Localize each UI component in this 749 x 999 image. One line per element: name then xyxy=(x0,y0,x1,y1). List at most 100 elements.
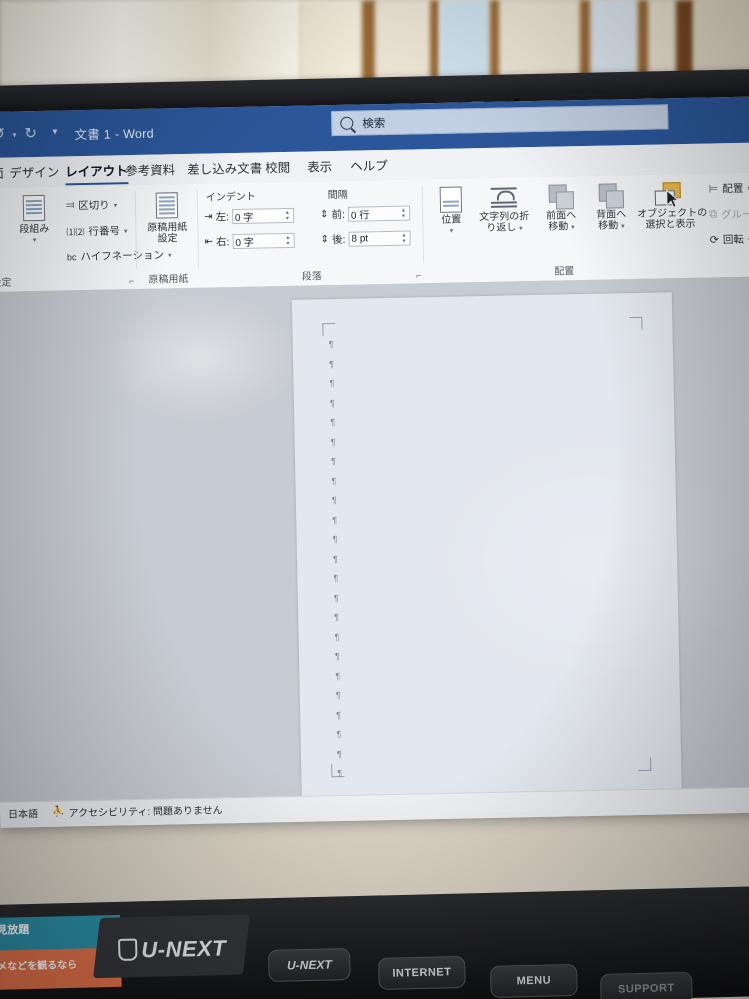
paragraph-mark: ¶ xyxy=(334,651,340,662)
undo-chevron-down-icon[interactable]: ▾ xyxy=(12,130,16,139)
photo-scene: ↺ ▾ ↻ ▾ 文書 1 - Word 検索 面 デザイン レイアウト 参考資料… xyxy=(0,0,749,999)
chevron-down-icon[interactable]: ▾ xyxy=(621,223,625,230)
undo-icon[interactable]: ↺ xyxy=(0,125,5,143)
u-next-shield-icon xyxy=(118,938,138,961)
position-button[interactable]: 位置 ▾ xyxy=(429,186,474,237)
remote-button-menu[interactable]: MENU xyxy=(490,963,578,998)
indent-left-field[interactable]: ⇥ 左: 0 字 ▴ ▾ xyxy=(204,207,295,225)
ribbon-group-paragraph: インデント 間隔 ⇥ 左: 0 字 ▴ ▾ ⇤ 右: 0 字 ▴ ▾ ⇕ 前: 0 行 ▴… xyxy=(197,179,425,287)
breaks-button[interactable]: ⫤ 区切り ▾ xyxy=(66,197,118,213)
align-button[interactable]: ⊨ 配置 ▾ xyxy=(709,181,749,197)
tab-help[interactable]: ヘルプ xyxy=(350,155,388,175)
paragraph-mark: ¶ xyxy=(331,495,337,506)
accessibility-label: アクセシビリティ: 問題ありません xyxy=(68,805,223,820)
chevron-down-icon[interactable]: ▾ xyxy=(114,201,118,209)
mouse-cursor-icon xyxy=(666,189,680,208)
remote-button-support[interactable]: SUPPORT xyxy=(600,971,693,999)
group-label-paragraph: 段落 xyxy=(301,271,322,283)
stepper-icon[interactable]: ▴ ▾ xyxy=(400,207,407,220)
spacing-after-value: 8 pt xyxy=(351,233,369,245)
tab-view[interactable]: 表示 xyxy=(307,156,332,175)
paragraph-mark: ¶ xyxy=(331,475,337,486)
spacing-header: 間隔 xyxy=(327,189,348,202)
paragraph-mark: ¶ xyxy=(334,612,340,623)
rotate-icon: ⟳ xyxy=(709,234,720,247)
send-backward-icon xyxy=(598,183,625,209)
margin-marker-bottom-right xyxy=(638,757,652,772)
spacing-after-input[interactable]: 8 pt ▴ ▾ xyxy=(348,230,411,247)
chevron-down-icon[interactable]: ▾ xyxy=(571,224,575,231)
paragraph-mark: ¶ xyxy=(328,339,334,350)
tab-design[interactable]: デザイン xyxy=(9,162,59,182)
word-search-box[interactable]: 検索 xyxy=(331,104,669,137)
group-objects-button[interactable]: ⧉ グループ化 ▾ xyxy=(709,206,749,222)
stepper-icon[interactable]: ▴ ▾ xyxy=(284,209,291,222)
paragraph-mark: ¶ xyxy=(329,378,335,389)
window-title: 文書 1 - Word xyxy=(74,126,155,143)
word-search-placeholder: 検索 xyxy=(362,117,386,130)
status-accessibility[interactable]: ⛹ アクセシビリティ: 問題ありません xyxy=(52,801,223,819)
status-language[interactable]: 日本語 xyxy=(8,805,38,821)
tab-references[interactable]: 参考資料 xyxy=(125,159,175,179)
dialog-launcher-icon[interactable]: ⌐ xyxy=(129,276,134,286)
stepper-icon[interactable]: ▴ ▾ xyxy=(400,232,407,245)
wrap-text-label-1: 文字列の折 xyxy=(479,211,530,224)
tab-mailings[interactable]: 差し込み文書 xyxy=(187,157,262,178)
paragraph-mark: ¶ xyxy=(335,670,341,681)
chevron-down-icon[interactable]: ▾ xyxy=(519,225,523,232)
line-numbers-button[interactable]: ⑴⑵ 行番号 ▾ xyxy=(66,223,127,239)
chevron-down-icon[interactable]: ▾ xyxy=(124,227,128,235)
line-numbers-icon: ⑴⑵ xyxy=(66,227,85,238)
breaks-icon: ⫤ xyxy=(65,199,75,212)
wrap-text-label-2: り返し xyxy=(486,222,517,234)
ribbon: 段組み ▾ ⫤ 区切り ▾ ⑴⑵ 行番号 ▾ bc ハイフネーション ▾ 設定 … xyxy=(0,172,749,293)
indent-left-input[interactable]: 0 字 ▴ ▾ xyxy=(231,207,295,225)
paragraph-mark: ¶ xyxy=(337,767,343,779)
chevron-down-icon[interactable]: ▾ xyxy=(10,235,58,247)
group-label-page-setup: 設定 xyxy=(0,277,12,289)
remote-button-u-next[interactable]: U-NEXT xyxy=(268,947,351,982)
paragraph-mark: ¶ xyxy=(335,690,341,701)
chevron-down-icon[interactable]: ▾ xyxy=(429,225,473,237)
tab-review[interactable]: 校閲 xyxy=(265,157,290,176)
indent-right-input[interactable]: 0 字 ▴ ▾ xyxy=(232,232,295,250)
group-label-arrange: 配置 xyxy=(554,266,575,278)
remote-button-internet[interactable]: INTERNET xyxy=(378,955,466,990)
spacing-after-icon: ⇕ xyxy=(320,234,330,246)
spacing-before-value: 0 行 xyxy=(350,210,370,222)
paragraph-mark: ¶ xyxy=(336,728,342,740)
tab-layout[interactable]: レイアウト xyxy=(65,160,128,180)
indent-right-field[interactable]: ⇤ 右: 0 字 ▴ ▾ xyxy=(205,232,295,250)
paragraph-mark: ¶ xyxy=(329,358,335,369)
ribbon-group-arrange: 位置 ▾ 文字列の折 り返し ▾ 前面へ 移動 ▾ 背面へ 移動 ▾ オブジェク… xyxy=(422,173,749,284)
customize-quick-access-icon[interactable]: ▾ xyxy=(52,127,57,138)
position-icon xyxy=(439,186,463,213)
paragraph-mark: ¶ xyxy=(332,514,338,525)
laptop-screen: ↺ ▾ ↻ ▾ 文書 1 - Word 検索 面 デザイン レイアウト 参考資料… xyxy=(0,96,749,828)
tab-home-partial[interactable]: 面 xyxy=(0,163,4,182)
remote-button-label: U-NEXT xyxy=(286,957,332,973)
search-icon xyxy=(340,116,354,130)
spacing-after-field[interactable]: ⇕ 後: 8 pt ▴ ▾ xyxy=(320,230,411,248)
paragraph-mark: ¶ xyxy=(330,436,336,447)
align-label: 配置 xyxy=(722,182,744,196)
rotate-button[interactable]: ⟳ 回転 ▾ xyxy=(710,232,749,248)
wrap-text-button[interactable]: 文字列の折 り返し ▾ xyxy=(475,185,534,235)
columns-button[interactable]: 段組み ▾ xyxy=(10,194,59,247)
dialog-launcher-icon[interactable]: ⌐ xyxy=(416,270,421,280)
manuscript-settings-button[interactable]: 原稿用紙 設定 xyxy=(138,192,197,245)
manuscript-label-line2: 設定 xyxy=(157,233,178,245)
spacing-before-input[interactable]: 0 行 ▴ ▾ xyxy=(347,205,411,222)
send-backward-button[interactable]: 背面へ 移動 ▾ xyxy=(587,183,636,233)
columns-icon xyxy=(22,194,46,222)
paragraph-mark: ¶ xyxy=(336,709,342,720)
document-canvas[interactable]: ¶ ¶ ¶ ¶ ¶ ¶ ¶ ¶ ¶ ¶ ¶ ¶ ¶ ¶ ¶ ¶ ¶ ¶ ¶ ¶ ¶ ¶ ¶ xyxy=(0,276,749,802)
document-page[interactable]: ¶ ¶ ¶ ¶ ¶ ¶ ¶ ¶ ¶ ¶ ¶ ¶ ¶ ¶ ¶ ¶ ¶ ¶ ¶ ¶ ¶ ¶ ¶ xyxy=(291,292,682,800)
redo-icon[interactable]: ↻ xyxy=(24,124,37,142)
spacing-before-field[interactable]: ⇕ 前: 0 行 ▴ ▾ xyxy=(320,205,411,223)
breaks-label: 区切り xyxy=(78,199,110,213)
paragraph-mark: ¶ xyxy=(332,534,338,545)
indent-left-icon: ⇥ xyxy=(204,211,213,223)
bring-forward-button[interactable]: 前面へ 移動 ▾ xyxy=(537,184,586,234)
stepper-icon[interactable]: ▴ ▾ xyxy=(284,234,291,247)
